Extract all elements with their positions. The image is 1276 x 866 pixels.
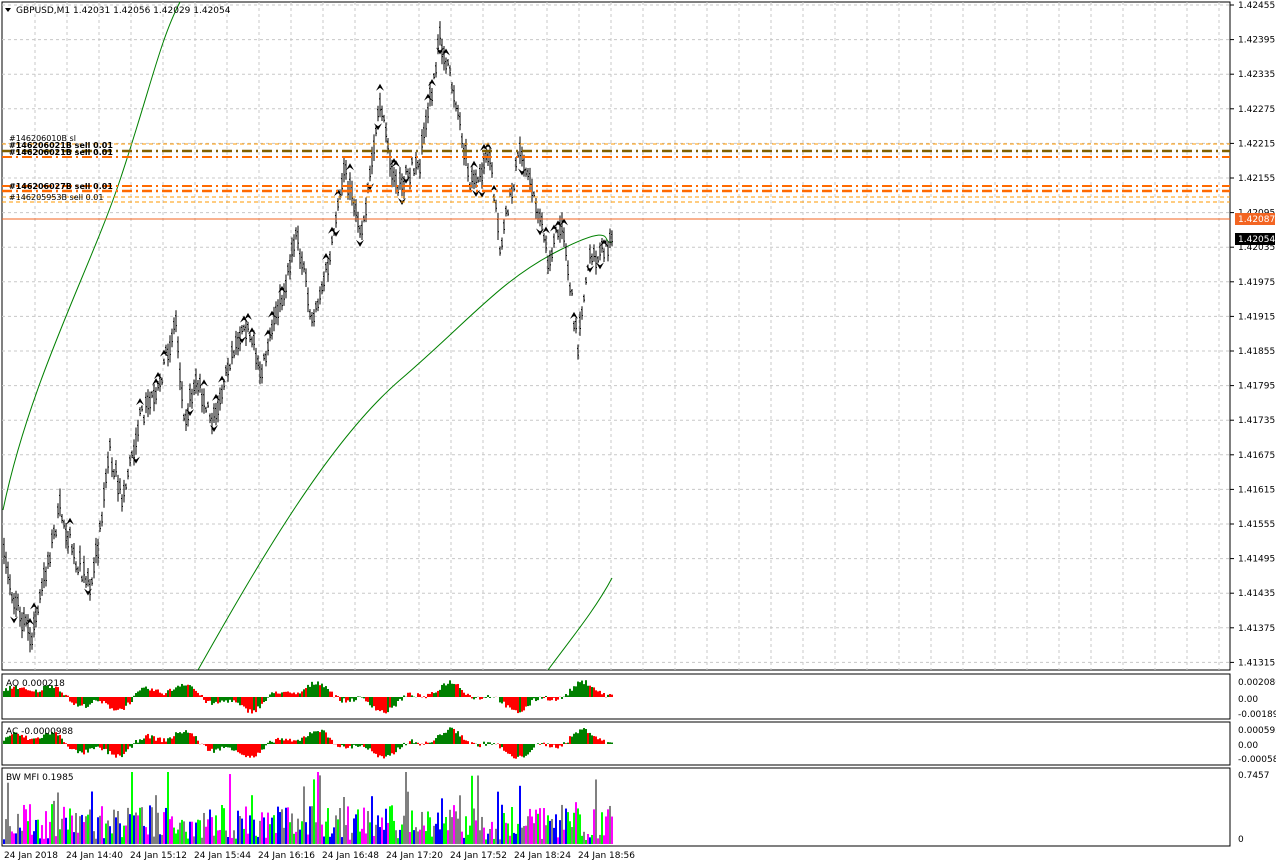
line-price-label: 1.42087 bbox=[1238, 215, 1275, 225]
ac-scale-bottom: -0.000582 bbox=[1238, 755, 1276, 765]
price-label: 1.42455 bbox=[1238, 1, 1275, 11]
mfi-scale-bottom: 0 bbox=[1238, 835, 1244, 845]
price-axis[interactable]: 1.42455 1.42395 1.42335 1.42275 1.42215 1.421… bbox=[1230, 1, 1275, 668]
time-label: 24 Jan 16:16 bbox=[258, 851, 315, 861]
mfi-label: BW MFI 0.1985 bbox=[6, 773, 74, 783]
price-label: 1.41795 bbox=[1238, 382, 1275, 392]
mfi-scale-top: 0.7457 bbox=[1238, 771, 1270, 781]
price-label: 1.41975 bbox=[1238, 278, 1275, 288]
ao-scale-top: 0.002086 bbox=[1238, 678, 1276, 688]
time-label: 24 Jan 17:52 bbox=[450, 851, 507, 861]
price-label: 1.41435 bbox=[1238, 589, 1275, 599]
price-label: 1.41375 bbox=[1238, 624, 1275, 634]
price-label: 1.42155 bbox=[1238, 174, 1275, 184]
chart-window[interactable]: GBPUSD,M1 1.42031 1.42056 1.42029 1.4205… bbox=[0, 0, 1276, 866]
price-label: 1.41915 bbox=[1238, 312, 1275, 322]
ac-scale-mid: 0.00 bbox=[1238, 741, 1258, 751]
current-price-label: 1.42054 bbox=[1238, 235, 1275, 245]
price-label: 1.41315 bbox=[1238, 658, 1275, 668]
order-label: #146206027B sell 0.01 bbox=[9, 182, 113, 191]
ao-label: AO 0.000218 bbox=[6, 679, 65, 689]
time-label: 24 Jan 17:20 bbox=[386, 851, 443, 861]
price-label: 1.42335 bbox=[1238, 70, 1275, 80]
time-axis: 24 Jan 2018 24 Jan 14:40 24 Jan 15:12 24… bbox=[4, 851, 635, 861]
time-label: 24 Jan 2018 bbox=[4, 851, 58, 861]
price-label: 1.41495 bbox=[1238, 555, 1275, 565]
order-label: #146206021B sell 0.01 bbox=[9, 148, 113, 157]
price-label: 1.41555 bbox=[1238, 520, 1275, 530]
ao-scale-bottom: -0.001894 bbox=[1238, 710, 1276, 720]
price-label: 1.41615 bbox=[1238, 485, 1275, 495]
ac-scale-top: 0.000592 bbox=[1238, 726, 1276, 736]
ao-scale-mid: 0.00 bbox=[1238, 695, 1258, 705]
main-chart-panel[interactable] bbox=[1, 1, 1231, 671]
time-label: 24 Jan 15:12 bbox=[130, 851, 187, 861]
time-label: 24 Jan 18:24 bbox=[514, 851, 571, 861]
price-label: 1.41675 bbox=[1238, 451, 1275, 461]
price-label: 1.42275 bbox=[1238, 105, 1275, 115]
price-label: 1.42395 bbox=[1238, 36, 1275, 46]
price-label: 1.42215 bbox=[1238, 139, 1275, 149]
ac-label: AC -0.0000988 bbox=[6, 727, 73, 737]
time-label: 24 Jan 16:48 bbox=[322, 851, 379, 861]
current-price-tag: 1.42054 bbox=[1235, 233, 1275, 245]
chart-header: GBPUSD,M1 1.42031 1.42056 1.42029 1.4205… bbox=[5, 6, 231, 16]
price-label: 1.41855 bbox=[1238, 347, 1275, 357]
time-label: 24 Jan 18:56 bbox=[578, 851, 635, 861]
symbol-header: GBPUSD,M1 1.42031 1.42056 1.42029 1.4205… bbox=[16, 6, 231, 16]
price-line-tag: 1.42087 bbox=[1235, 213, 1275, 225]
order-label: #146205953B sell 0.01 bbox=[9, 193, 103, 202]
time-label: 24 Jan 14:40 bbox=[66, 851, 123, 861]
price-label: 1.41735 bbox=[1238, 416, 1275, 426]
time-label: 24 Jan 15:44 bbox=[194, 851, 251, 861]
